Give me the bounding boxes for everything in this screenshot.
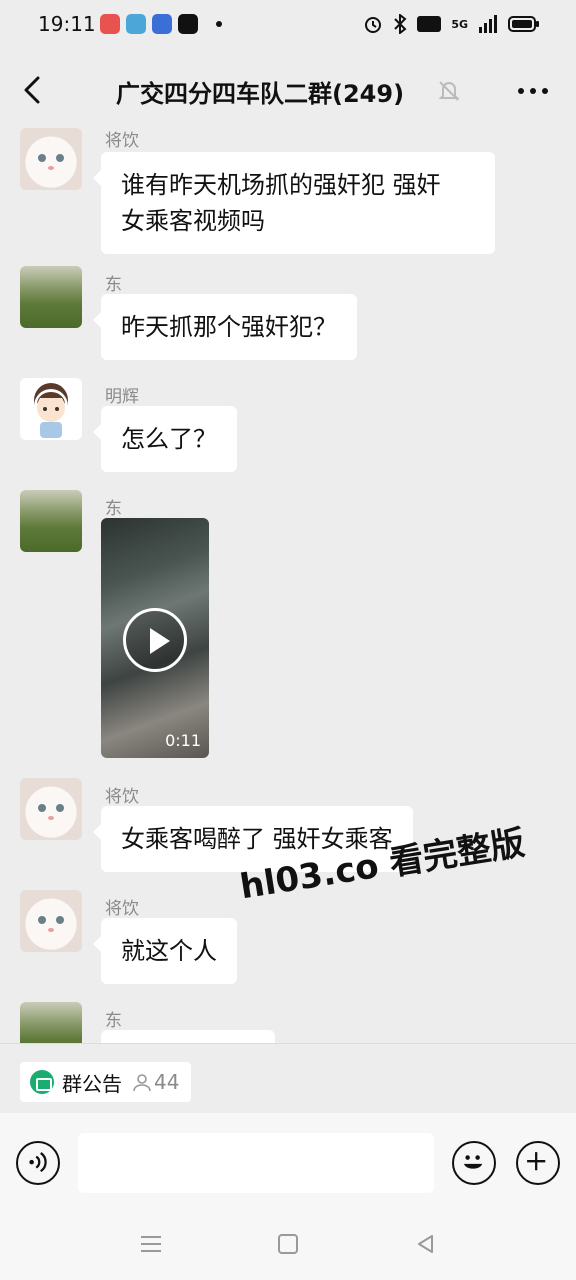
- hd-icon: [417, 16, 442, 32]
- plus-icon[interactable]: [516, 1141, 560, 1185]
- bluetooth-icon: [394, 14, 407, 34]
- sender-name: 东: [105, 1011, 122, 1031]
- avatar[interactable]: [20, 266, 82, 328]
- avatar[interactable]: [20, 128, 82, 190]
- more-notifications-dot: [216, 21, 222, 27]
- mute-bell-icon: [438, 81, 460, 101]
- video-message[interactable]: 0:11: [101, 518, 209, 758]
- message-text-line: 怎么了？: [121, 425, 217, 453]
- infinity-app-icon: [152, 14, 172, 34]
- message-text-line: 昨天抓那个强奸犯？: [121, 313, 337, 341]
- avatar[interactable]: [20, 490, 82, 552]
- tiktok-app-icon: [178, 14, 198, 34]
- battery-icon: [508, 16, 539, 32]
- chat-title: 广交四分四车队二群(249): [116, 80, 405, 108]
- message-bubble[interactable]: 怎么了？: [93, 406, 237, 472]
- more-options-icon[interactable]: [518, 88, 548, 94]
- member-count: 44: [154, 1070, 180, 1094]
- play-icon[interactable]: [123, 608, 187, 672]
- sender-name: 将饮: [105, 899, 139, 919]
- member-icon: [133, 1074, 151, 1092]
- game-app-icon: [126, 14, 146, 34]
- sender-name: 明辉: [105, 387, 139, 407]
- back-triangle-icon[interactable]: [416, 1234, 436, 1254]
- system-nav-bar: [0, 1210, 576, 1280]
- sender-name: 东: [105, 499, 122, 519]
- home-icon[interactable]: [278, 1234, 298, 1254]
- chat-header: 广交四分四车队二群(249): [0, 52, 576, 128]
- video-duration: 0:11: [165, 731, 201, 750]
- system-status-icons: 5G: [363, 14, 540, 34]
- menu-icon[interactable]: [140, 1234, 162, 1254]
- message-text-line: 谁有昨天机场抓的强奸犯 强奸: [121, 171, 441, 199]
- status-bar: 19:11 5G: [0, 0, 576, 52]
- status-time: 19:11: [38, 12, 96, 36]
- group-announcement-button[interactable]: 群公告 44: [20, 1062, 192, 1102]
- message-text-line: 就这个人: [121, 937, 217, 965]
- voice-input-icon[interactable]: [16, 1141, 60, 1185]
- back-arrow-icon[interactable]: [16, 72, 52, 108]
- avatar[interactable]: [20, 378, 82, 440]
- message-bubble[interactable]: [101, 1030, 275, 1043]
- announcement-label: 群公告: [62, 1071, 122, 1096]
- avatar[interactable]: [20, 1002, 82, 1043]
- message-list[interactable]: 将饮 谁有昨天机场抓的强奸犯 强奸 女乘客视频吗 东 昨天抓那个强奸犯？ 明辉 …: [0, 128, 576, 1043]
- message-bubble[interactable]: 昨天抓那个强奸犯？: [93, 294, 357, 360]
- message-bubble[interactable]: 谁有昨天机场抓的强奸犯 强奸 女乘客视频吗: [93, 152, 495, 254]
- emoji-icon[interactable]: [452, 1141, 496, 1185]
- message-bubble[interactable]: 就这个人: [93, 918, 237, 984]
- sender-name: 将饮: [105, 131, 139, 151]
- avatar[interactable]: [20, 890, 82, 952]
- sender-name: 东: [105, 275, 122, 295]
- notification-icons: [100, 14, 222, 34]
- announcement-bar: 群公告 44: [0, 1043, 576, 1113]
- input-bar: [0, 1113, 576, 1210]
- announcement-icon: [30, 1070, 54, 1094]
- alarm-icon: [365, 17, 382, 33]
- message-input[interactable]: [78, 1133, 434, 1193]
- sender-name: 将饮: [105, 787, 139, 807]
- network-type-label: 5G: [451, 17, 468, 31]
- avatar[interactable]: [20, 778, 82, 840]
- signal-icon: [479, 15, 497, 33]
- message-text-line: 女乘客视频吗: [121, 207, 265, 235]
- music-app-icon: [100, 14, 120, 34]
